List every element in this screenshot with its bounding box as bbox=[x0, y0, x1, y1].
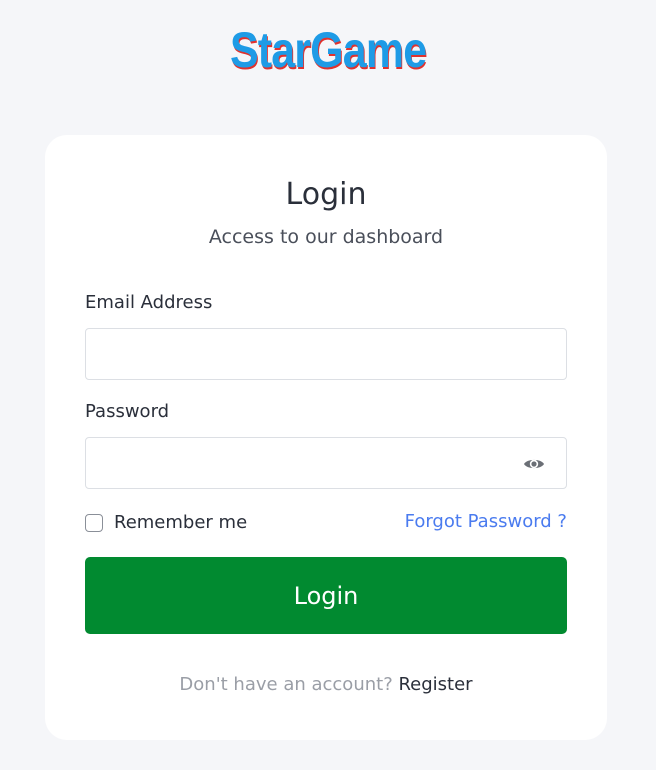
email-field-wrapper bbox=[85, 328, 567, 380]
forgot-password-link[interactable]: Forgot Password ? bbox=[405, 510, 567, 534]
register-prompt: Don't have an account? Register bbox=[45, 673, 607, 697]
eye-icon[interactable] bbox=[522, 453, 546, 475]
password-field-wrapper bbox=[85, 437, 567, 489]
remember-me-checkbox[interactable] bbox=[85, 514, 103, 532]
password-label: Password bbox=[85, 401, 170, 422]
page-subtitle: Access to our dashboard bbox=[208, 226, 444, 248]
logo-text: StarGame bbox=[229, 22, 427, 78]
remember-me-label: Remember me bbox=[114, 512, 248, 533]
login-button[interactable]: Login bbox=[85, 557, 567, 634]
page-title: Login bbox=[285, 177, 367, 212]
login-card: Login Access to our dashboard Email Addr… bbox=[45, 135, 607, 740]
register-prompt-text: Don't have an account? bbox=[179, 674, 399, 695]
email-field[interactable] bbox=[86, 329, 566, 379]
login-page: StarGame Login Access to our dashboard E… bbox=[0, 0, 656, 770]
logo: StarGame bbox=[0, 20, 656, 80]
password-field[interactable] bbox=[86, 438, 566, 488]
email-label: Email Address bbox=[85, 292, 213, 313]
register-link[interactable]: Register bbox=[398, 674, 472, 695]
remember-me[interactable]: Remember me bbox=[85, 511, 247, 535]
